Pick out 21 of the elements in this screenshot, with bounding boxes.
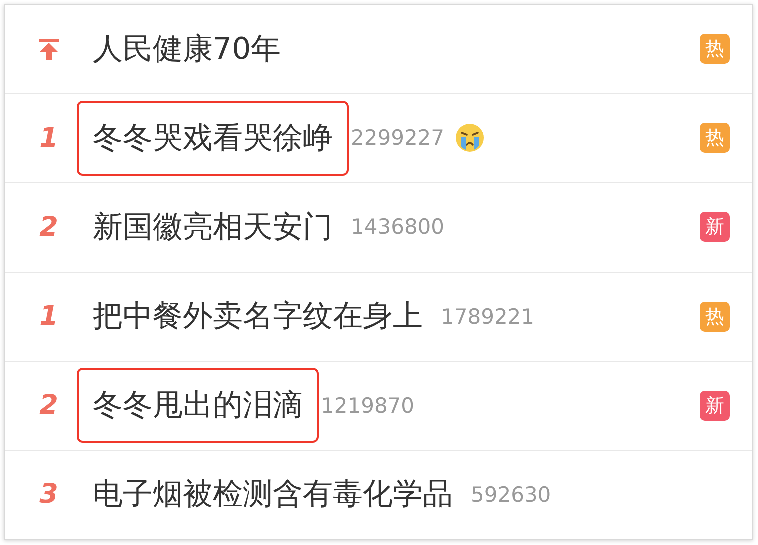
topic-title[interactable]: 电子烟被检测含有毒化学品 [77,457,469,532]
rank-number: 3 [40,479,58,510]
topic-title[interactable]: 新国徽亮相天安门 [77,190,349,265]
status-badge: 热 [700,34,730,64]
rank-number: 1 [40,301,58,332]
heat-count: 1789221 [441,304,535,329]
topic-title[interactable]: 冬冬哭戏看哭徐峥 [77,100,349,176]
heat-count: 592630 [471,482,552,507]
topic-title[interactable]: 冬冬甩出的泪滴 [77,368,319,444]
status-badge: 新 [700,212,730,242]
rank-number: 2 [40,212,58,243]
status-badge: 热 [700,123,730,154]
heat-count: 1219870 [321,394,415,418]
topic-title[interactable]: 把中餐外卖名字纹在身上 [77,279,439,354]
topic-title[interactable]: 人民健康70年 [77,12,298,87]
rank-number: 2 [40,390,58,422]
status-badge: 新 [700,390,730,421]
heat-count: 1436800 [351,215,445,240]
rank-number: 1 [40,122,58,154]
heat-count: 2299227 [351,126,445,150]
status-badge: 热 [700,302,730,332]
